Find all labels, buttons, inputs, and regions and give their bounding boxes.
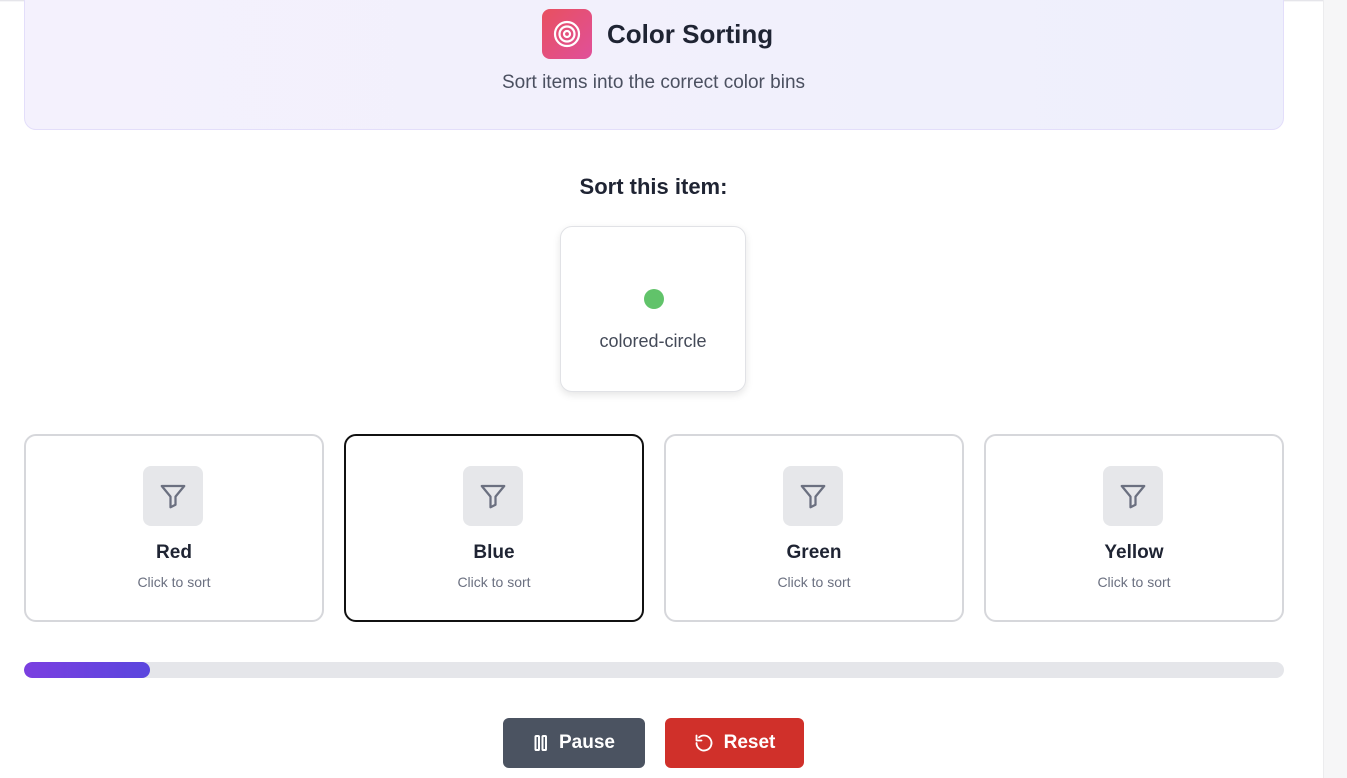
reset-icon (694, 733, 714, 753)
bin-name: Red (156, 542, 192, 563)
title-row: Color Sorting (542, 9, 773, 59)
bin-blue[interactable]: Blue Click to sort (344, 434, 644, 622)
bin-red[interactable]: Red Click to sort (24, 434, 324, 622)
current-item-label: colored-circle (599, 331, 707, 351)
bin-name: Green (786, 542, 842, 563)
pause-button[interactable]: Pause (503, 718, 645, 768)
bin-green[interactable]: Green Click to sort (664, 434, 964, 622)
filter-icon (783, 466, 843, 526)
current-item-card: colored-circle (560, 226, 746, 392)
page-subtitle: Sort items into the correct color bins (501, 72, 806, 93)
color-sorting-page: Color Sorting Sort items into the correc… (0, 0, 1347, 778)
page-title: Color Sorting (607, 18, 774, 49)
target-icon (542, 9, 592, 59)
scrollbar[interactable] (1323, 0, 1347, 778)
reset-button-label: Reset (723, 732, 776, 753)
bin-hint: Click to sort (137, 574, 211, 590)
filter-icon (463, 466, 523, 526)
bin-name: Blue (473, 542, 515, 563)
pause-button-label: Pause (559, 732, 615, 753)
colored-circle-icon (644, 289, 664, 309)
bin-hint: Click to sort (457, 574, 531, 590)
progress-fill (24, 662, 150, 678)
pause-icon (533, 734, 549, 752)
bin-yellow[interactable]: Yellow Click to sort (984, 434, 1284, 622)
bin-name: Yellow (1104, 542, 1164, 563)
filter-icon (143, 466, 203, 526)
reset-button[interactable]: Reset (665, 718, 804, 768)
sort-prompt-heading: Sort this item: (579, 174, 728, 199)
progress-bar (24, 662, 1284, 678)
filter-icon (1103, 466, 1163, 526)
bin-hint: Click to sort (1097, 574, 1171, 590)
bin-hint: Click to sort (777, 574, 851, 590)
